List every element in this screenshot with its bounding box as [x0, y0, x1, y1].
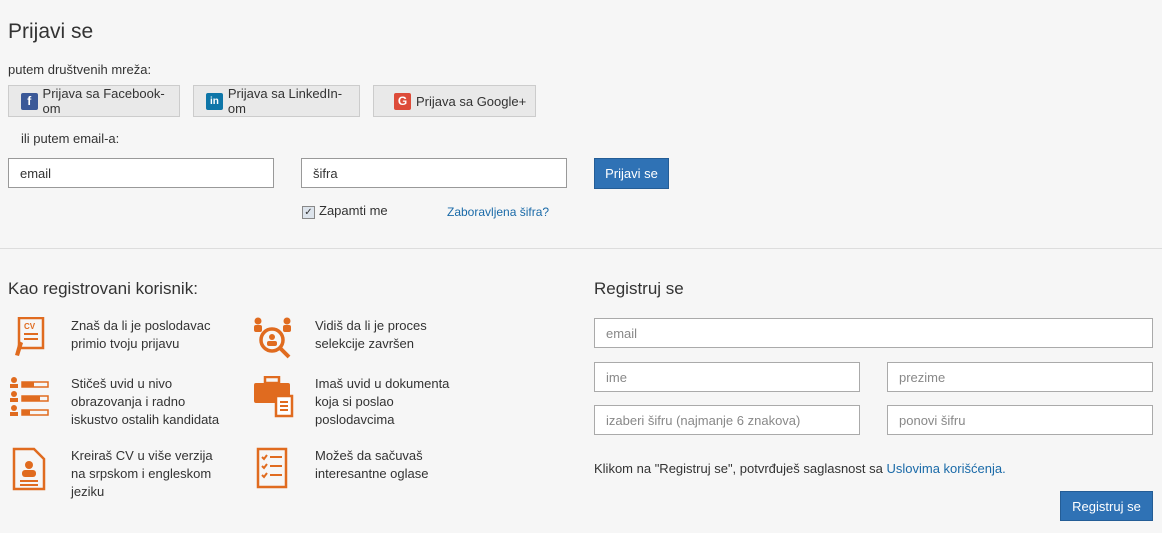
benefit-text-4: Imaš uvid u dokumenta koja si poslao poslo… [315, 376, 450, 427]
benefit-text-5: Kreiraš CV u više verzija na srpskom i en… [71, 448, 213, 499]
benefit-text-6: Možeš da sačuvaš interesantne oglase [315, 448, 429, 481]
register-submit-button[interactable]: Registruj se [1060, 491, 1153, 521]
email-login-label: ili putem email-a: [21, 131, 120, 146]
google-plus-icon: G [394, 92, 411, 110]
selection-process-icon [252, 316, 294, 360]
login-submit-button[interactable]: Prijavi se [594, 158, 669, 189]
google-login-button[interactable]: G Prijava sa Google+ [373, 85, 536, 117]
terms-link[interactable]: Uslovima korišćenja. [886, 461, 1005, 476]
facebook-login-button[interactable]: f Prijava sa Facebook-om [8, 85, 180, 117]
section-divider [0, 248, 1162, 249]
terms-text: Klikom na "Registruj se", potvrđuješ sag… [594, 461, 887, 476]
register-first-name-input[interactable] [594, 362, 860, 392]
remember-me-checkbox[interactable]: ✓ [302, 206, 315, 219]
benefit-text-1: Znaš da li je poslodavac primio tvoju pri… [71, 318, 211, 351]
linkedin-login-button[interactable]: in Prijava sa LinkedIn-om [193, 85, 360, 117]
linkedin-login-label: Prijava sa LinkedIn-om [227, 86, 343, 116]
register-password-input[interactable] [594, 405, 860, 435]
benefits-title: Kao registrovani korisnik: [8, 279, 198, 298]
facebook-login-label: Prijava sa Facebook-om [42, 86, 165, 116]
remember-me-label: Zapamti me [319, 203, 388, 218]
login-title: Prijavi se [8, 20, 94, 43]
facebook-icon: f [21, 92, 38, 110]
register-title: Registruj se [594, 279, 684, 298]
social-login-label: putem društvenih mreža: [8, 62, 152, 77]
cv-profile-icon [12, 447, 46, 491]
candidates-list-icon [8, 376, 52, 418]
linkedin-icon: in [206, 92, 223, 110]
register-last-name-input[interactable] [887, 362, 1153, 392]
briefcase-documents-icon [253, 376, 295, 418]
saved-ads-icon [256, 447, 290, 491]
cv-document-icon: CV [13, 317, 45, 357]
svg-text:CV: CV [24, 322, 36, 331]
google-login-label: Prijava sa Google+ [416, 93, 527, 109]
forgot-password-link[interactable]: Zaboravljena šifra? [447, 205, 549, 219]
register-email-input[interactable] [594, 318, 1153, 348]
terms-notice: Klikom na "Registruj se", potvrđuješ sag… [594, 461, 1006, 476]
login-email-input[interactable] [8, 158, 274, 188]
benefit-text-3: Stičeš uvid u nivo obrazovanja i radno isk… [71, 376, 220, 427]
benefit-text-2: Vidiš da li je proces selekcije završen [315, 318, 427, 351]
register-repeat-password-input[interactable] [887, 405, 1153, 435]
login-password-input[interactable] [301, 158, 567, 188]
